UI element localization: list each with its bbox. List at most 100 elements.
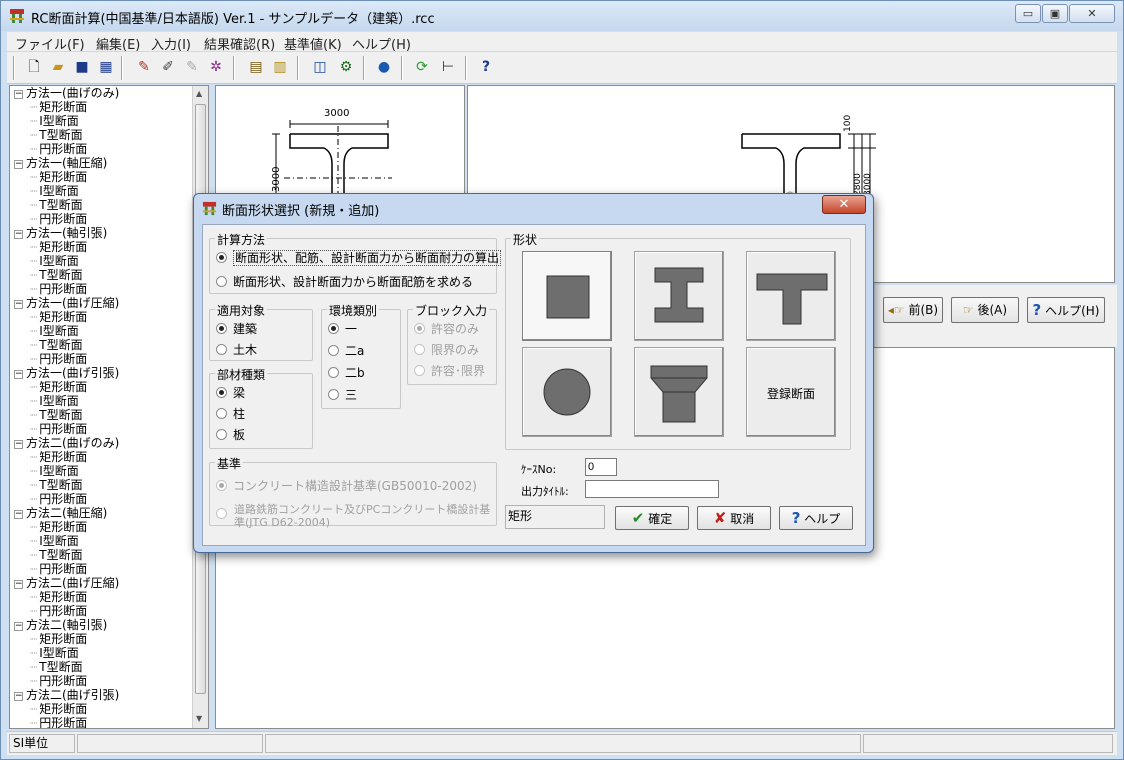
prev-button[interactable]: ◂☞ 前(B) (883, 297, 943, 323)
shape-t-beam-button[interactable] (746, 251, 836, 341)
tree-group[interactable]: − 方法一(曲げ圧縮) (14, 296, 119, 310)
color-settings-icon[interactable]: ✲ (205, 56, 227, 78)
radio-selected-icon[interactable] (216, 323, 227, 334)
collapse-icon[interactable]: − (14, 230, 23, 239)
member-option-0[interactable]: 梁 (216, 384, 245, 401)
tree-leaf[interactable]: ┈ 矩形断面 (30, 170, 87, 184)
edit-sections-icon[interactable]: ✐ (157, 56, 179, 78)
collapse-icon[interactable]: − (14, 160, 23, 169)
tree-leaf[interactable]: ┈ T型断面 (30, 660, 83, 674)
menu-edit[interactable]: 編集(E) (96, 34, 140, 53)
scroll-down-icon[interactable]: ▼ (196, 714, 202, 723)
tree-leaf[interactable]: ┈ T型断面 (30, 268, 83, 282)
member-option-2[interactable]: 板 (216, 426, 245, 443)
shape-registered-button[interactable]: 登録断面 (746, 347, 836, 437)
tree-leaf[interactable]: ┈ 円形断面 (30, 422, 87, 436)
cancel-button[interactable]: ✘ 取消 (697, 506, 771, 530)
tree-leaf[interactable]: ┈ 円形断面 (30, 562, 87, 576)
scroll-up-icon[interactable]: ▲ (196, 89, 202, 98)
tree-group[interactable]: − 方法二(軸引張) (14, 618, 107, 632)
tree-leaf[interactable]: ┈ 矩形断面 (30, 702, 87, 716)
menu-file[interactable]: ファイル(F) (15, 34, 85, 53)
tree-leaf[interactable]: ┈ 矩形断面 (30, 590, 87, 604)
menu-standards[interactable]: 基準値(K) (284, 34, 342, 53)
tree-group[interactable]: − 方法一(軸引張) (14, 226, 107, 240)
radio-icon[interactable] (216, 344, 227, 355)
target-option-0[interactable]: 建築 (216, 320, 257, 337)
tree-leaf[interactable]: ┈ 円形断面 (30, 674, 87, 688)
edit-gray-icon[interactable]: ✎ (181, 56, 203, 78)
output-title-input[interactable] (585, 480, 719, 498)
tree-group[interactable]: − 方法二(曲げのみ) (14, 436, 119, 450)
calc-method-option-0[interactable]: 断面形状、配筋、設計断面力から断面耐力の算出 (216, 249, 502, 266)
save-icon[interactable]: ■ (71, 56, 93, 78)
tree-leaf[interactable]: ┈ I型断面 (30, 324, 79, 338)
tree-leaf[interactable]: ┈ 矩形断面 (30, 520, 87, 534)
calc-method-option-1[interactable]: 断面形状、設計断面力から断面配筋を求める (216, 273, 473, 290)
tree-leaf[interactable]: ┈ 矩形断面 (30, 100, 87, 114)
tree-group[interactable]: − 方法二(曲げ引張) (14, 688, 119, 702)
ok-button[interactable]: ✔ 確定 (615, 506, 689, 530)
collapse-icon[interactable]: − (14, 370, 23, 379)
radio-icon[interactable] (328, 367, 339, 378)
radio-icon[interactable] (328, 389, 339, 400)
collapse-icon[interactable]: − (14, 580, 23, 589)
tree-leaf[interactable]: ┈ T型断面 (30, 548, 83, 562)
tree-leaf[interactable]: ┈ I型断面 (30, 114, 79, 128)
shape-circle-button[interactable] (522, 347, 612, 437)
radio-icon[interactable] (216, 276, 227, 287)
maximize-button[interactable]: ▣ (1042, 4, 1068, 23)
collapse-icon[interactable]: − (14, 440, 23, 449)
tree-leaf[interactable]: ┈ 円形断面 (30, 282, 87, 296)
environment-option-2[interactable]: 二b (328, 364, 365, 381)
environment-option-0[interactable]: 一 (328, 320, 357, 337)
next-button[interactable]: ☞ 後(A) (951, 297, 1019, 323)
tree-leaf[interactable]: ┈ T型断面 (30, 478, 83, 492)
dialog-close-button[interactable]: ✕ (822, 195, 866, 214)
tree-leaf[interactable]: ┈ 矩形断面 (30, 632, 87, 646)
radio-selected-icon[interactable] (216, 252, 227, 263)
globe-icon[interactable]: ● (373, 56, 395, 78)
tree-leaf[interactable]: ┈ T型断面 (30, 128, 83, 142)
collapse-icon[interactable]: − (14, 300, 23, 309)
tree-leaf[interactable]: ┈ I型断面 (30, 646, 79, 660)
menu-help[interactable]: ヘルプ(H) (352, 34, 411, 53)
shape-rectangle-button[interactable] (522, 251, 612, 341)
tree-leaf[interactable]: ┈ 矩形断面 (30, 310, 87, 324)
radio-icon[interactable] (216, 408, 227, 419)
tree-leaf[interactable]: ┈ 円形断面 (30, 492, 87, 506)
report-icon[interactable]: ▤ (245, 56, 267, 78)
tree-leaf[interactable]: ┈ 矩形断面 (30, 380, 87, 394)
tree-group[interactable]: − 方法一(軸圧縮) (14, 156, 107, 170)
tree-leaf[interactable]: ┈ 矩形断面 (30, 240, 87, 254)
shape-i-beam-button[interactable] (634, 251, 724, 341)
tree-leaf[interactable]: ┈ 矩形断面 (30, 450, 87, 464)
refresh-icon[interactable]: ⟳ (411, 56, 433, 78)
case-no-input[interactable] (585, 458, 617, 476)
collapse-icon[interactable]: − (14, 692, 23, 701)
tree-leaf[interactable]: ┈ T型断面 (30, 408, 83, 422)
tree-leaf[interactable]: ┈ I型断面 (30, 184, 79, 198)
edit-input-icon[interactable]: ✎ (133, 56, 155, 78)
tree-group[interactable]: − 方法二(曲げ圧縮) (14, 576, 119, 590)
shape-tapered-button[interactable] (634, 347, 724, 437)
tree-leaf[interactable]: ┈ I型断面 (30, 394, 79, 408)
tree-leaf[interactable]: ┈ 円形断面 (30, 716, 87, 728)
tree-leaf[interactable]: ┈ 円形断面 (30, 212, 87, 226)
radio-icon[interactable] (328, 345, 339, 356)
tree-group[interactable]: − 方法一(曲げのみ) (14, 86, 119, 100)
tree-leaf[interactable]: ┈ I型断面 (30, 464, 79, 478)
print-icon[interactable]: ▦ (95, 56, 117, 78)
radio-selected-icon[interactable] (328, 323, 339, 334)
tree-leaf[interactable]: ┈ I型断面 (30, 534, 79, 548)
help-nav-button[interactable]: ? ヘルプ(H) (1027, 297, 1105, 323)
collapse-icon[interactable]: − (14, 622, 23, 631)
collapse-icon[interactable]: − (14, 90, 23, 99)
menu-results[interactable]: 結果確認(R) (204, 34, 275, 53)
radio-icon[interactable] (216, 429, 227, 440)
member-option-1[interactable]: 柱 (216, 405, 245, 422)
target-option-1[interactable]: 土木 (216, 341, 257, 358)
open-folder-icon[interactable]: ▰ (47, 56, 69, 78)
collapse-icon[interactable]: − (14, 510, 23, 519)
tree-group[interactable]: − 方法二(軸圧縮) (14, 506, 107, 520)
